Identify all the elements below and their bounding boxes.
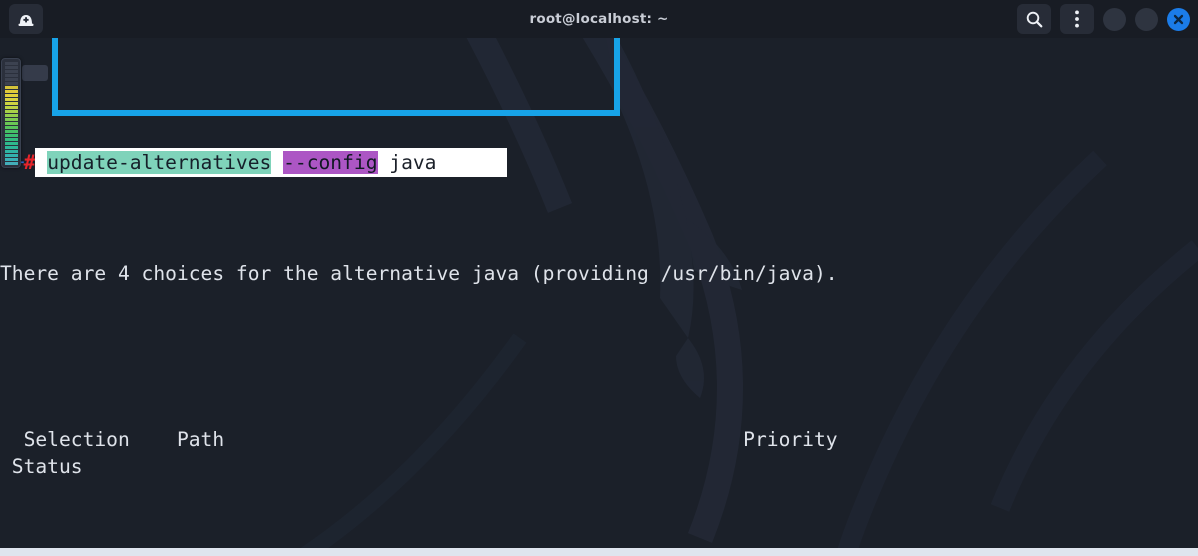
output-table-header-wrap: Status [0, 455, 83, 479]
meter-bar [5, 130, 18, 133]
search-icon[interactable] [1017, 4, 1051, 34]
meter-bar [5, 102, 18, 105]
close-x-icon[interactable] [1167, 7, 1190, 31]
command-program: update-alternatives [47, 151, 272, 175]
terminal-window: root@localhost: ~ # update-alternatives … [0, 0, 1198, 556]
window-controls [1017, 0, 1190, 38]
system-load-meter[interactable] [1, 58, 21, 168]
meter-bar [5, 154, 18, 157]
meter-bar [5, 118, 18, 121]
terminal-screen[interactable]: └─# update-alternatives --config java Th… [0, 38, 1198, 548]
meter-bar [5, 86, 18, 89]
meter-bar [5, 134, 18, 137]
command-flag: --config [283, 151, 378, 175]
cmd-pad-mid2 [377, 151, 390, 175]
window-titlebar: root@localhost: ~ [0, 0, 1198, 38]
meter-bar [5, 98, 18, 101]
cmd-pad-mid [271, 151, 284, 175]
output-blank-1 [0, 343, 861, 371]
cmd-pad-left [35, 151, 48, 175]
meter-bar [5, 158, 18, 161]
meter-bar [5, 66, 18, 69]
system-load-meter-bars [5, 62, 18, 166]
command-argument: java [389, 151, 437, 175]
cmd-pad-right [436, 151, 508, 175]
meter-bar [5, 78, 18, 81]
bottom-strip [0, 548, 1198, 556]
maximize-button[interactable] [1135, 7, 1158, 31]
meter-bar [5, 146, 18, 149]
meter-bar [5, 70, 18, 73]
output-divider: ----------------------------------------… [0, 536, 861, 548]
gauge-tab-mark [22, 65, 48, 81]
meter-bar [5, 138, 18, 141]
prompt-line: └─# update-alternatives --config java [0, 148, 861, 178]
meter-bar [5, 150, 18, 153]
meter-bar [5, 142, 18, 145]
meter-bar [5, 62, 18, 65]
meter-bar [5, 114, 18, 117]
output-table-header: Selection Path Priority [0, 427, 862, 451]
meter-bar [5, 90, 18, 93]
minimize-button[interactable] [1103, 7, 1126, 31]
output-intro: There are 4 choices for the alternative … [0, 262, 838, 286]
meter-bar [5, 162, 18, 165]
meter-bar [5, 126, 18, 129]
meter-bar [5, 82, 18, 85]
prompt-hash: # [23, 151, 36, 175]
new-tab-icon[interactable] [9, 4, 43, 34]
meter-bar [5, 110, 18, 113]
terminal-output: └─# update-alternatives --config java Th… [0, 38, 861, 548]
meter-bar [5, 94, 18, 97]
command-input[interactable]: update-alternatives --config java [35, 148, 508, 178]
meter-bar [5, 74, 18, 77]
meter-bar [5, 122, 18, 125]
vertical-dots-menu-icon[interactable] [1060, 4, 1094, 34]
meter-bar [5, 106, 18, 109]
